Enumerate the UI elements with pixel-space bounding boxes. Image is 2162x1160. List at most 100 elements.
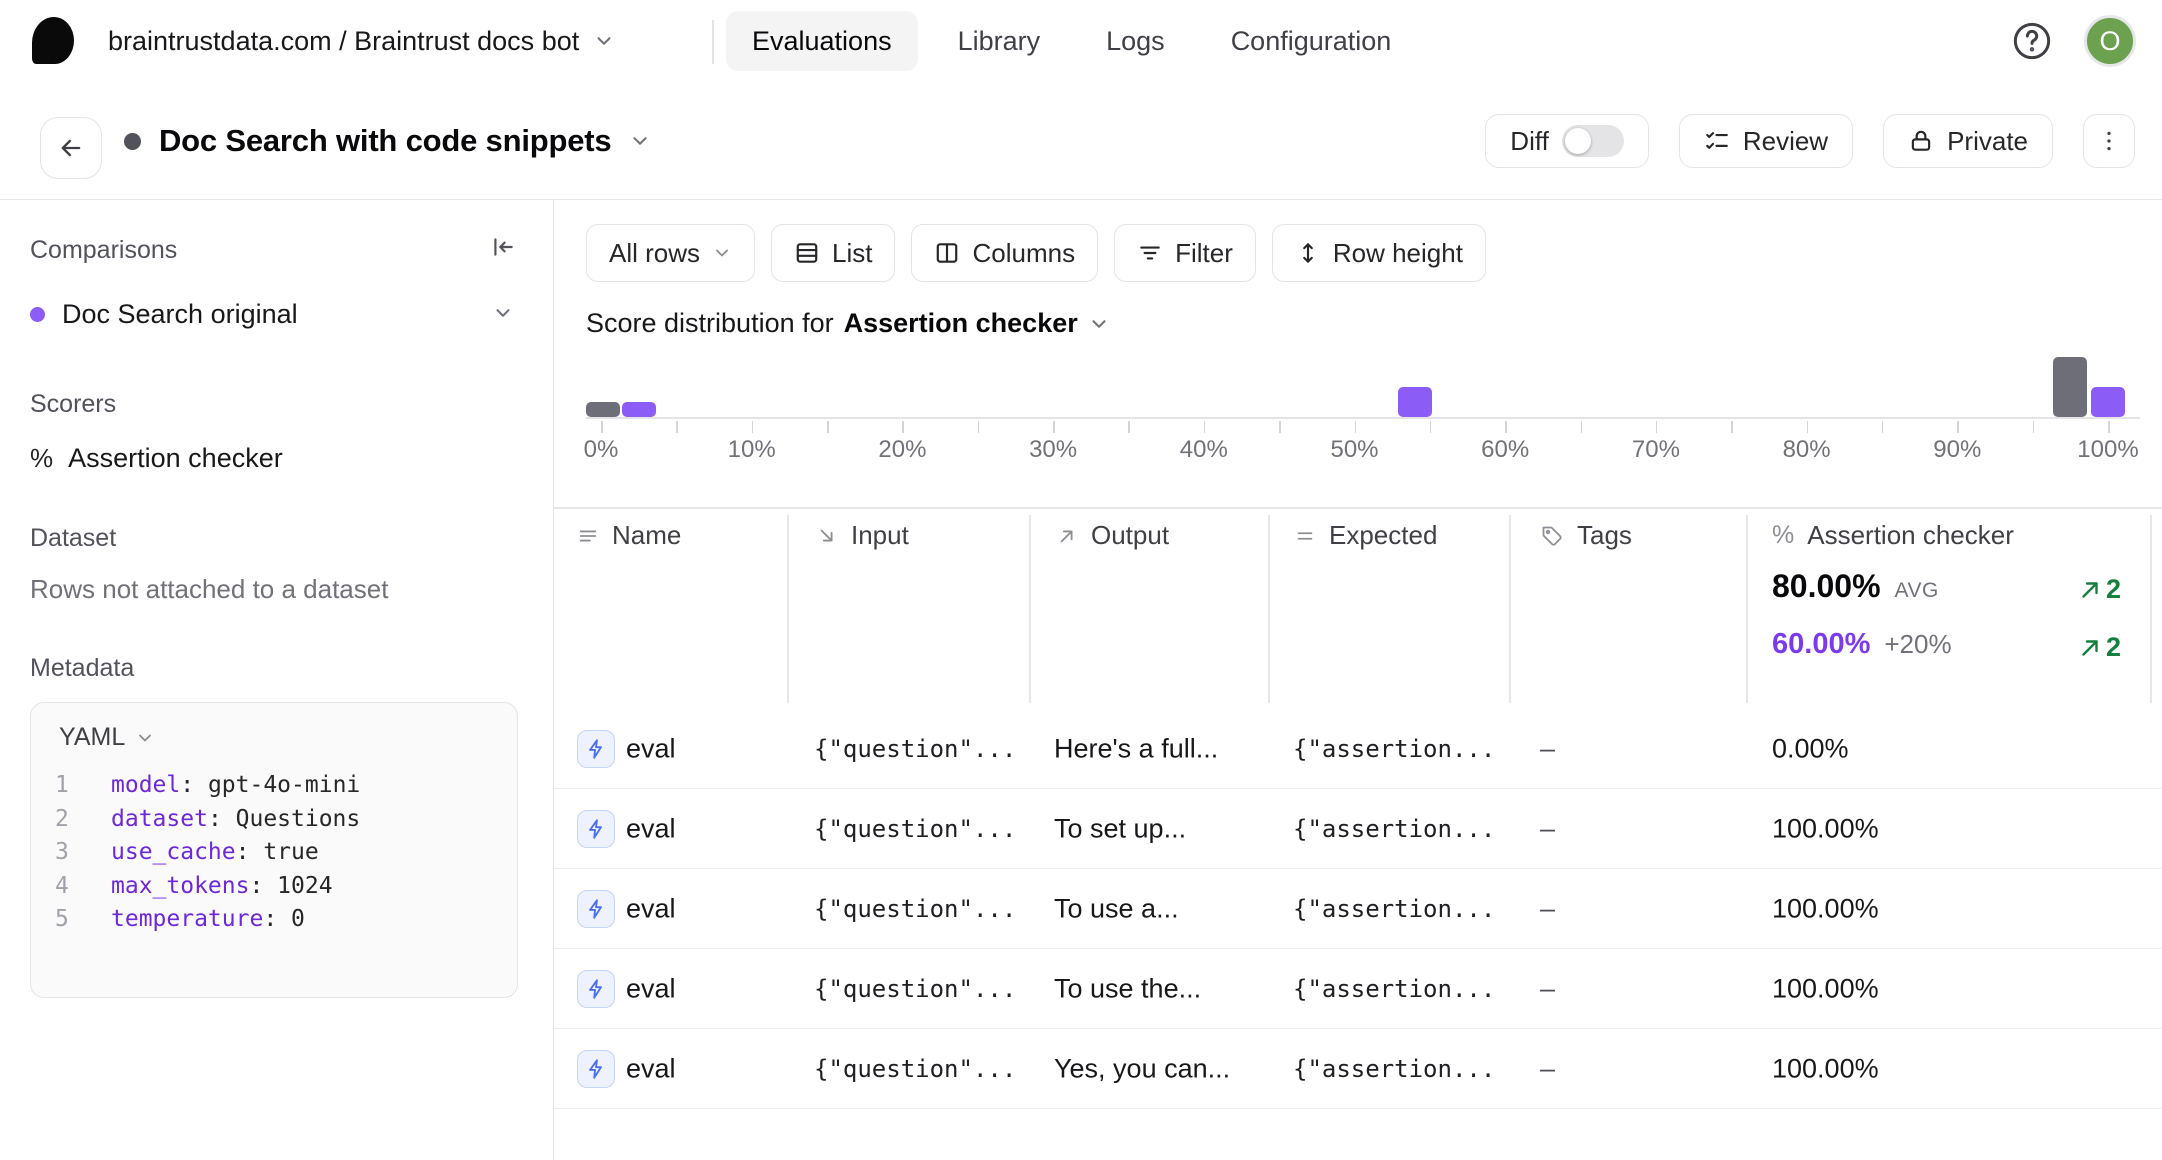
axis-tick-label: 10% [728,436,776,464]
metadata-yaml-panel: YAML 1model: gpt-4o-mini 2dataset: Quest… [30,702,518,998]
table-top-border [554,507,2162,509]
review-button[interactable]: Review [1679,114,1853,168]
axis-tick-label: 40% [1180,436,1228,464]
checklist-icon [1704,128,1730,154]
arrow-left-icon [57,134,85,162]
primary-nav: Evaluations Library Logs Configuration [726,11,1417,71]
table-row[interactable]: eval {"question"... Here's a full... {"a… [554,709,2162,789]
lightning-icon [585,738,607,760]
tab-logs[interactable]: Logs [1080,11,1191,71]
axis-tick [752,421,754,433]
scorer-item[interactable]: % Assertion checker [30,443,283,474]
avatar[interactable]: O [2084,15,2136,67]
column-header-expected[interactable]: Expected [1294,520,1437,551]
top-bar: braintrustdata.com / Braintrust docs bot… [0,0,2162,82]
yaml-line: 5temperature: 0 [55,903,360,937]
axis-tick [1505,421,1507,433]
back-button[interactable] [40,117,102,179]
yaml-code[interactable]: 1model: gpt-4o-mini 2dataset: Questions … [55,769,360,937]
private-button[interactable]: Private [1883,114,2053,168]
collapse-sidebar-button[interactable] [490,234,516,260]
tab-evaluations[interactable]: Evaluations [726,11,918,71]
diff-toggle-button[interactable]: Diff [1485,114,1649,168]
axis-tick-label: 70% [1632,436,1680,464]
rows-filter-dropdown[interactable]: All rows [586,224,755,282]
kebab-icon [2095,127,2123,155]
titlebar-actions: Diff Review Private [1485,114,2135,168]
breadcrumb[interactable]: braintrustdata.com / Braintrust docs bot [108,0,615,82]
sidebar: Comparisons Doc Search original Scorers … [0,200,554,1160]
score-summary-comparison: 60.00% +20% [1772,628,1952,661]
lightning-icon [585,898,607,920]
filter-button[interactable]: Filter [1114,224,1256,282]
axis-tick [601,421,603,433]
column-header-output[interactable]: Output [1056,520,1169,551]
histogram-bar [2053,357,2087,417]
comparison-expand-button[interactable] [492,302,514,324]
more-options-button[interactable] [2083,114,2135,168]
histogram-bar [622,402,656,417]
table-row[interactable]: eval {"question"... Yes, you can... {"as… [554,1029,2162,1109]
columns-button[interactable]: Columns [911,224,1098,282]
axis-tick-label: 20% [878,436,926,464]
table-row[interactable]: eval {"question"... To use a... {"assert… [554,869,2162,949]
axis-tick-label: 90% [1933,436,1981,464]
chevron-down-icon [492,302,514,324]
yaml-line: 4max_tokens: 1024 [55,870,360,904]
list-view-button[interactable]: List [771,224,895,282]
braintrust-logo-icon[interactable] [32,17,74,64]
eval-badge [577,730,615,768]
lightning-icon [585,1058,607,1080]
percent-icon: % [1772,521,1794,550]
scorers-heading: Scorers [30,390,116,419]
lightning-icon [585,978,607,1000]
metadata-heading: Metadata [30,654,134,683]
nav-divider [712,20,714,64]
column-header-tags[interactable]: Tags [1540,520,1632,551]
page-title: Doc Search with code snippets [159,123,611,159]
yaml-line: 3use_cache: true [55,836,360,870]
column-header-input[interactable]: Input [816,520,909,551]
yaml-line: 2dataset: Questions [55,803,360,837]
comparison-item[interactable]: Doc Search original [30,296,298,332]
trend-up-icon [2078,578,2102,602]
braintrust-eval-page: { "header": { "breadcrumb": "braintrustd… [0,0,2162,1160]
rows-icon [577,525,599,547]
lock-icon [1908,128,1934,154]
filter-icon [1137,240,1163,266]
axis-tick [1128,421,1130,433]
axis-tick [1430,421,1432,433]
axis-tick-label: 60% [1481,436,1529,464]
yaml-language-dropdown[interactable]: YAML [59,723,155,752]
experiment-title-group[interactable]: Doc Search with code snippets [124,82,651,200]
column-header-assertion-checker[interactable]: % Assertion checker [1772,520,2014,551]
eval-badge [577,890,615,928]
comparisons-heading: Comparisons [30,236,177,265]
main-content: All rows List Columns Filter Row height … [554,200,2162,1160]
diff-toggle-switch[interactable] [1562,125,1624,157]
avg-improvements-badge[interactable]: 2 [2078,574,2121,605]
axis-tick-label: 0% [584,436,619,464]
tab-configuration[interactable]: Configuration [1205,11,1418,71]
histogram-bar [1398,387,1432,417]
axis-tick [1882,421,1884,433]
histogram-bar [2091,387,2125,417]
axis-tick-label: 50% [1330,436,1378,464]
tab-library[interactable]: Library [932,11,1067,71]
axis-tick [676,421,678,433]
table-row[interactable]: eval {"question"... To use the... {"asse… [554,949,2162,1029]
chart-axis-line [586,417,2140,419]
equals-icon [1294,525,1316,547]
axis-tick [827,421,829,433]
table-row[interactable]: eval {"question"... To set up... {"asser… [554,789,2162,869]
axis-tick-label: 80% [1783,436,1831,464]
axis-tick [1731,421,1733,433]
help-icon[interactable] [2012,21,2052,61]
columns-icon [934,240,960,266]
score-distribution-dropdown[interactable]: Score distribution for Assertion checker [586,308,1110,339]
row-height-button[interactable]: Row height [1272,224,1486,282]
arrow-down-right-icon [816,525,838,547]
comparison-color-dot [30,307,45,322]
comparison-improvements-badge[interactable]: 2 [2078,632,2121,663]
column-header-name[interactable]: Name [577,520,681,551]
